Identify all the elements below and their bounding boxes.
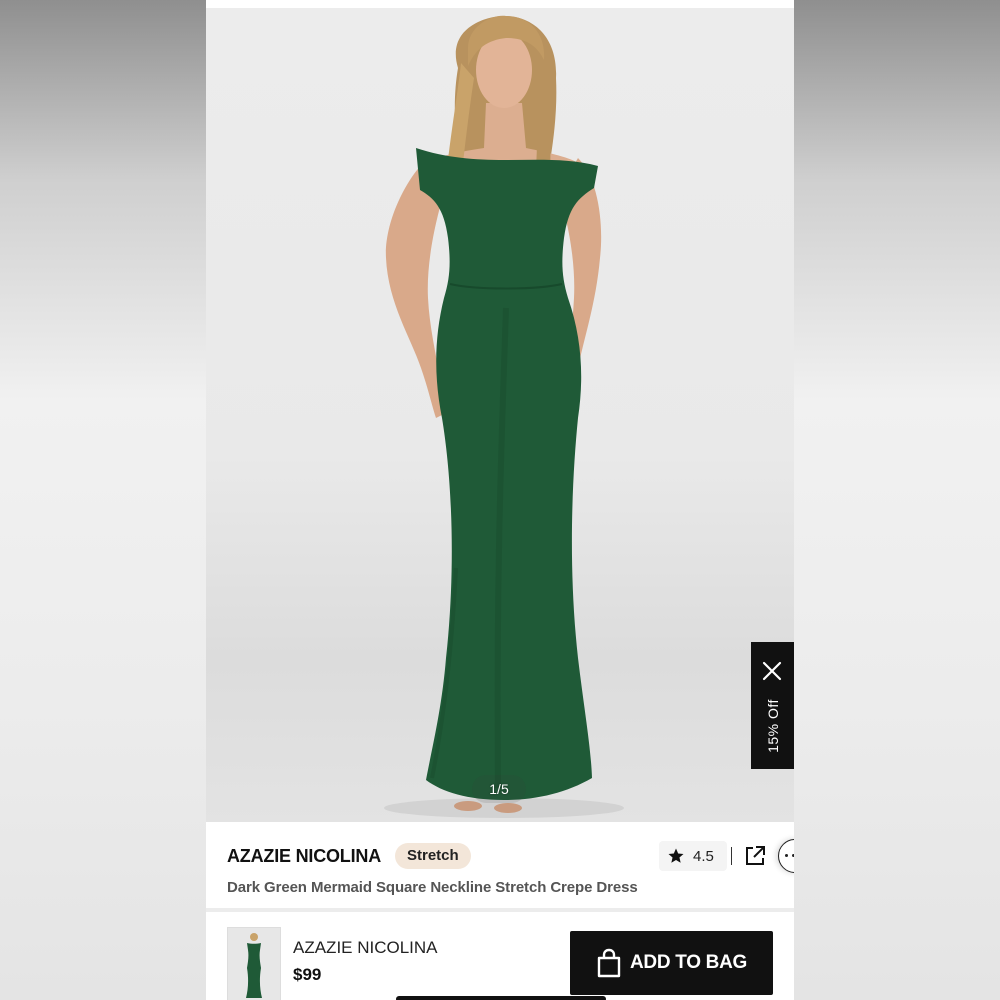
- star-icon: [668, 848, 684, 863]
- product-page: 1/5 15% Off AZAZIE NICOLINA Stretch 4.5 …: [206, 0, 794, 1000]
- rating-chip[interactable]: 4.5: [659, 841, 727, 871]
- discount-label: 15% Off: [764, 699, 781, 753]
- product-image-carousel[interactable]: 1/5: [206, 8, 794, 822]
- discount-promo-tab[interactable]: 15% Off: [751, 642, 794, 769]
- background-right: [794, 0, 1000, 1000]
- bottom-brand: AZAZIE NICOLINA: [293, 938, 438, 957]
- discount-label-wrap: 15% Off: [751, 686, 794, 766]
- divider: [731, 847, 732, 865]
- add-to-bag-button[interactable]: ADD TO BAG: [570, 931, 773, 995]
- share-icon[interactable]: [743, 844, 767, 868]
- close-icon[interactable]: [761, 660, 783, 682]
- price: $99: [293, 965, 322, 984]
- more-icon[interactable]: [778, 839, 794, 873]
- product-thumbnail: [227, 927, 281, 1000]
- rating-value: 4.5: [693, 848, 714, 865]
- model-photo: [384, 15, 624, 818]
- brand-name[interactable]: AZAZIE NICOLINA: [227, 846, 381, 867]
- top-strip: [206, 0, 794, 8]
- image-counter: 1/5: [472, 775, 526, 803]
- shopping-bag-icon: [597, 948, 621, 978]
- background-left: [0, 0, 206, 1000]
- home-indicator: [396, 996, 606, 1000]
- product-info: AZAZIE NICOLINA Stretch 4.5 Dark Green M…: [206, 822, 794, 908]
- add-to-bag-label: ADD TO BAG: [630, 952, 747, 973]
- product-title: Dark Green Mermaid Square Neckline Stret…: [227, 879, 638, 896]
- bottom-purchase-bar: AZAZIE NICOLINA $99 ADD TO BAG: [206, 912, 794, 1000]
- stretch-badge: Stretch: [395, 843, 471, 869]
